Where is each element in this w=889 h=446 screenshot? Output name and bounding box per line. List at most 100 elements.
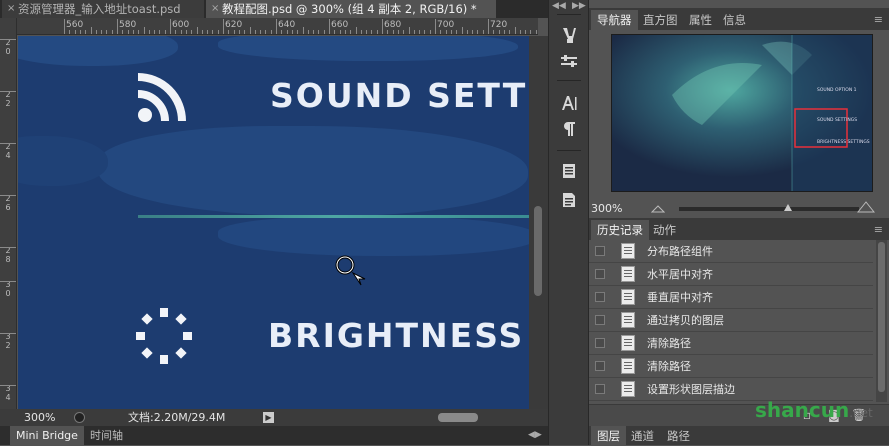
history-item[interactable]: 垂直居中对齐: [589, 286, 873, 309]
vertical-ruler[interactable]: 2022242628303234: [0, 35, 17, 409]
ruler-tick: [397, 30, 399, 34]
history-checkbox[interactable]: [595, 269, 605, 279]
history-item[interactable]: 分布路径组件: [589, 240, 873, 263]
ruler-tick: [329, 19, 330, 34]
background-cloud: [18, 136, 108, 186]
scrollbar-thumb[interactable]: [534, 206, 542, 296]
ruler-tick: [355, 27, 357, 34]
ruler-label: 2: [5, 194, 11, 203]
tab-properties[interactable]: 属性: [683, 10, 718, 30]
navigator-thumbnail[interactable]: SOUND OPTION 1 SOUND SETTINGS BRIGHTNESS…: [611, 34, 873, 192]
tab-document-active[interactable]: × 教程配图.psd @ 300% (组 4 副本 2, RGB/16) *: [206, 0, 496, 18]
horizontal-scroll-thumb[interactable]: [438, 413, 478, 422]
zoom-settings-icon[interactable]: [74, 412, 85, 423]
history-state-icon: [621, 243, 635, 259]
ruler-tick: [260, 30, 262, 34]
scrollbar-thumb[interactable]: [878, 242, 885, 392]
ruler-tick: [122, 30, 124, 34]
horizontal-ruler[interactable]: 560580600620640660680700720740: [17, 18, 538, 35]
history-checkbox[interactable]: [595, 384, 605, 394]
thumb-text: SOUND SETTINGS: [817, 117, 857, 123]
tab-document-toast[interactable]: × 资源管理器_输入地址toast.psd: [2, 0, 204, 18]
collapse-left-icon[interactable]: ◀◀: [552, 1, 566, 11]
history-item[interactable]: 清除路径: [589, 355, 873, 378]
history-item-label: 水平居中对齐: [647, 268, 713, 281]
zoom-level[interactable]: 300%: [24, 409, 55, 426]
history-checkbox[interactable]: [595, 292, 605, 302]
canvas-vertical-scrollbar[interactable]: [529, 36, 548, 410]
ruler-tick: [201, 30, 203, 34]
bottom-panel-tabs: Mini Bridge 时间轴 ◀▶: [0, 426, 548, 445]
ruler-tick: [95, 30, 97, 34]
brightness-settings-label: BRIGHTNESS S: [268, 316, 529, 355]
tab-layers[interactable]: 图层: [591, 426, 626, 446]
ruler-tick: [419, 30, 421, 34]
tab-histogram[interactable]: 直方图: [637, 10, 684, 30]
ruler-tick: [90, 27, 92, 34]
ruler-origin[interactable]: [0, 18, 17, 35]
document-canvas[interactable]: SOUND SETTIN BRIGHTNESS S: [18, 36, 529, 410]
history-scrollbar[interactable]: [876, 240, 887, 402]
ruler-tick: [297, 30, 299, 34]
ruler-tick: [0, 333, 16, 334]
background-cloud: [98, 126, 528, 216]
ruler-tick: [498, 30, 500, 34]
collapse-right-icon[interactable]: ▶▶: [572, 1, 586, 11]
tab-timeline[interactable]: 时间轴: [84, 426, 129, 445]
ruler-label: 620: [225, 20, 243, 30]
ruler-tick: [477, 30, 479, 34]
navigator-zoom-value[interactable]: 300%: [591, 202, 622, 215]
tab-history[interactable]: 历史记录: [591, 220, 649, 240]
paragraph-icon[interactable]: [559, 120, 579, 140]
notes-icon[interactable]: [559, 162, 579, 182]
tab-info[interactable]: 信息: [717, 10, 752, 30]
ruler-tick: [302, 27, 304, 34]
status-menu-arrow-icon[interactable]: ▶: [263, 412, 274, 423]
tool-presets-icon[interactable]: [559, 52, 579, 72]
panel-menu-icon[interactable]: ≡: [874, 13, 883, 26]
tab-actions[interactable]: 动作: [647, 220, 682, 240]
brush-presets-icon[interactable]: [559, 26, 579, 46]
divider-line: [138, 215, 529, 218]
divider: [557, 80, 581, 81]
close-tab-icon[interactable]: ×: [211, 0, 219, 18]
history-item[interactable]: 清除路径: [589, 332, 873, 355]
history-checkbox[interactable]: [595, 246, 605, 256]
history-checkbox[interactable]: [595, 315, 605, 325]
right-panels: 导航器 直方图 属性 信息 ≡ SOUND OPTION 1 SOUND SET…: [589, 0, 889, 446]
tab-channels[interactable]: 通道: [625, 426, 660, 446]
ruler-tick: [472, 30, 474, 34]
zoom-out-icon[interactable]: [651, 202, 665, 214]
ruler-tick: [408, 27, 410, 34]
history-state-icon: [621, 266, 635, 282]
zoom-slider[interactable]: [679, 207, 859, 211]
ruler-tick: [132, 30, 134, 34]
panel-menu-icon[interactable]: ≡: [874, 223, 883, 236]
tab-navigator[interactable]: 导航器: [591, 10, 638, 30]
zoom-in-icon[interactable]: [857, 200, 875, 214]
character-icon[interactable]: [559, 94, 579, 114]
ruler-tick: [323, 30, 325, 34]
tab-mini-bridge[interactable]: Mini Bridge: [10, 426, 84, 445]
history-checkbox[interactable]: [595, 361, 605, 371]
ruler-tick: [0, 281, 16, 282]
ruler-tick: [307, 30, 309, 34]
tab-paths[interactable]: 路径: [661, 426, 696, 446]
ruler-tick: [318, 30, 320, 34]
history-checkbox[interactable]: [595, 338, 605, 348]
ruler-tick: [503, 30, 505, 34]
ruler-tick: [164, 30, 166, 34]
expand-arrows-icon[interactable]: ◀▶: [528, 426, 542, 445]
history-item[interactable]: 通过拷贝的图层: [589, 309, 873, 332]
history-state-icon: [621, 335, 635, 351]
ruler-label: 2: [5, 38, 11, 47]
document-size: 文档:2.20M/29.4M: [128, 411, 226, 424]
history-item[interactable]: 水平居中对齐: [589, 263, 873, 286]
ruler-tick: [493, 30, 495, 34]
status-bar: 300% 文档:2.20M/29.4M ▶: [0, 409, 548, 426]
zoom-slider-handle[interactable]: [783, 202, 793, 212]
close-tab-icon[interactable]: ×: [7, 0, 15, 18]
layer-comps-icon[interactable]: [559, 191, 579, 211]
ruler-tick: [387, 30, 389, 34]
ruler-tick: [180, 30, 182, 34]
